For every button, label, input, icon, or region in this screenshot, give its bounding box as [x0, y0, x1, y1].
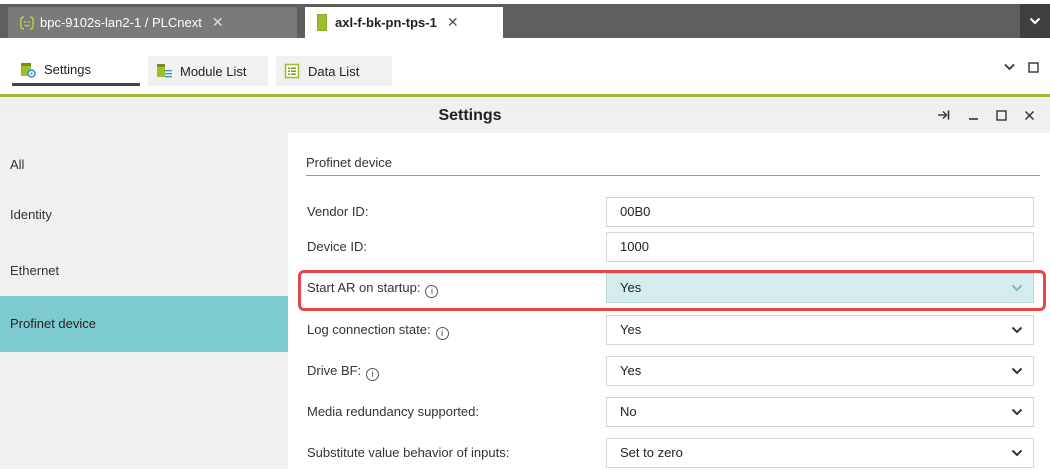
drive-bf-value: Yes [620, 363, 642, 378]
drive-bf-dropdown[interactable]: Yes [606, 356, 1034, 386]
tab-plcnext-close-icon[interactable]: ✕ [212, 14, 224, 31]
vendor-id-value: 00B0 [620, 204, 651, 219]
chevron-down-icon [1011, 449, 1023, 457]
setting-row-start-ar: Start AR on startup: i Yes [288, 271, 1050, 305]
tab-plcnext-label: bpc-9102s-lan2-1 / PLCnext [40, 15, 202, 30]
close-panel-button[interactable] [1022, 107, 1036, 123]
start-ar-label-text: Start AR on startup: [307, 280, 421, 295]
log-connection-state-dropdown[interactable]: Yes [606, 315, 1034, 345]
view-tab-settings-label: Settings [44, 62, 91, 77]
minimize-icon [968, 118, 978, 120]
nav-item-identity[interactable]: Identity [0, 201, 288, 229]
substitute-value-label: Substitute value behavior of inputs: [307, 445, 510, 460]
close-icon [1024, 110, 1034, 120]
device-id-value: 1000 [620, 239, 649, 254]
setting-row-media-redundancy: Media redundancy supported: No [288, 395, 1050, 429]
chevron-down-icon [1011, 408, 1023, 416]
settings-category-nav: All Identity Ethernet Profinet device [0, 133, 288, 469]
panel-title: Settings [438, 107, 502, 124]
log-connection-state-value: Yes [620, 322, 642, 337]
view-tab-settings[interactable]: Settings [12, 56, 140, 86]
media-redundancy-value: No [620, 404, 637, 419]
vendor-id-field[interactable]: 00B0 [606, 197, 1034, 227]
chevron-down-icon [1011, 326, 1023, 334]
substitute-value-value: Set to zero [620, 445, 683, 460]
view-tab-data-list-label: Data List [308, 63, 360, 79]
device-id-label: Device ID: [307, 239, 367, 254]
data-list-icon [284, 63, 300, 79]
view-tab-module-list[interactable]: Module List [148, 56, 268, 86]
chevron-down-icon [1003, 63, 1015, 71]
log-connection-state-label-text: Log connection state: [307, 322, 431, 337]
pin-panel-button[interactable] [938, 107, 952, 123]
chevron-down-icon [1011, 367, 1023, 375]
view-tab-data-list[interactable]: Data List [276, 56, 392, 86]
nav-item-profinet-device[interactable]: Profinet device [0, 296, 288, 352]
info-icon[interactable]: i [435, 327, 449, 340]
nav-item-all[interactable]: All [0, 151, 288, 179]
setting-row-device-id: Device ID: 1000 [288, 230, 1050, 264]
maximize-editor-button[interactable] [1026, 60, 1040, 74]
media-redundancy-dropdown[interactable]: No [606, 397, 1034, 427]
start-ar-dropdown[interactable]: Yes [606, 273, 1034, 303]
panel-actions [938, 107, 1036, 123]
tab-bus-coupler-label: axl-f-bk-pn-tps-1 [335, 15, 437, 30]
setting-row-log-connection-state: Log connection state: i Yes [288, 313, 1050, 347]
info-icon[interactable]: i [366, 368, 380, 381]
maximize-icon [995, 109, 1007, 121]
log-connection-state-label: Log connection state: i [307, 313, 449, 347]
chevron-down-icon [1029, 17, 1041, 25]
setting-row-vendor-id: Vendor ID: 00B0 [288, 195, 1050, 229]
minimize-panel-button[interactable] [966, 107, 980, 123]
settings-content: Profinet device Vendor ID: 00B0 Device I… [288, 133, 1050, 469]
tab-bus-coupler[interactable]: axl-f-bk-pn-tps-1 ✕ [305, 7, 503, 38]
pin-icon [938, 110, 950, 120]
module-list-icon [157, 64, 172, 78]
bus-coupler-icon [317, 14, 327, 31]
media-redundancy-label: Media redundancy supported: [307, 404, 480, 419]
drive-bf-label-text: Drive BF: [307, 363, 362, 378]
document-tab-bar: bpc-9102s-lan2-1 / PLCnext ✕ axl-f-bk-pn… [0, 0, 1050, 38]
device-id-field[interactable]: 1000 [606, 232, 1034, 262]
maximize-panel-button[interactable] [994, 107, 1008, 123]
vendor-id-label: Vendor ID: [307, 204, 369, 219]
nav-item-ethernet[interactable]: Ethernet [0, 257, 288, 285]
tab-bus-coupler-close-icon[interactable]: ✕ [447, 14, 459, 31]
start-ar-label: Start AR on startup: i [307, 271, 439, 305]
view-tab-module-list-label: Module List [180, 63, 247, 79]
tab-plcnext-project[interactable]: bpc-9102s-lan2-1 / PLCnext ✕ [8, 7, 297, 38]
maximize-icon [1027, 61, 1039, 73]
section-title: Profinet device [306, 155, 392, 170]
substitute-value-dropdown[interactable]: Set to zero [606, 438, 1034, 468]
drive-bf-label: Drive BF: i [307, 354, 380, 388]
plc-device-icon [20, 15, 34, 30]
info-icon[interactable]: i [425, 285, 439, 298]
start-ar-value: Yes [620, 280, 642, 295]
section-divider [306, 175, 1040, 176]
view-bar-actions [1002, 60, 1040, 74]
settings-gear-icon [21, 62, 36, 78]
setting-row-substitute-value: Substitute value behavior of inputs: Set… [288, 436, 1050, 470]
chevron-down-icon [1011, 284, 1023, 292]
view-overflow-button[interactable] [1002, 60, 1016, 74]
settings-panel-header: Settings [0, 97, 1050, 133]
editor-view-bar: Settings Module List Data List [0, 38, 1050, 94]
setting-row-drive-bf: Drive BF: i Yes [288, 354, 1050, 388]
tab-list-dropdown-button[interactable] [1020, 4, 1050, 38]
